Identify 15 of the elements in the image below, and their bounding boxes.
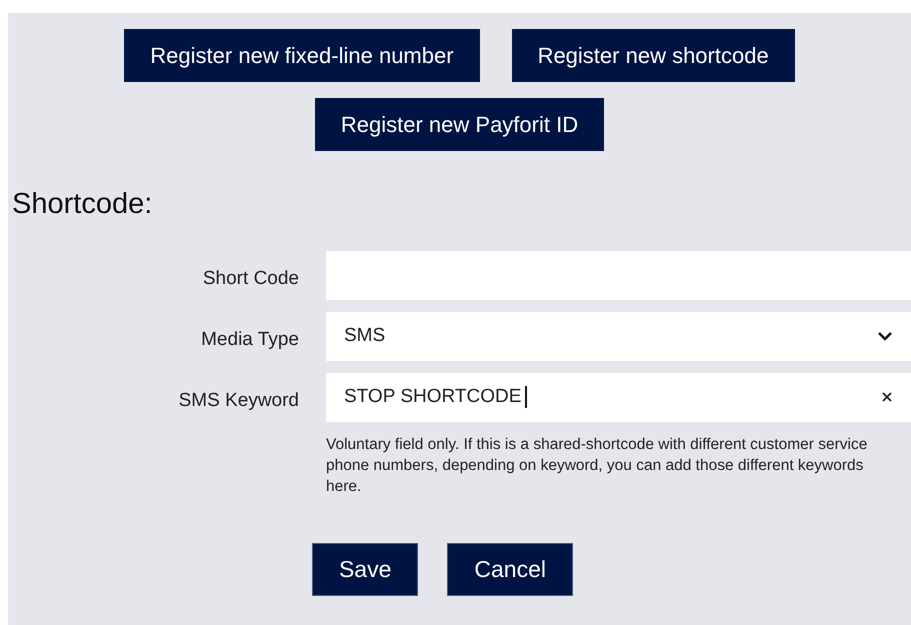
register-button[interactable]: Register new Payforit ID (314, 98, 604, 151)
close-icon[interactable] (881, 391, 893, 403)
cancel-button[interactable]: Cancel (447, 542, 574, 596)
save-button[interactable]: Save (312, 542, 418, 596)
section-heading: Shortcode: (12, 187, 154, 222)
help-text: Voluntary field only. If this is a shared-shortcode with different customer service phone numbers, depending on keyword, you can add those different keywords here. (326, 434, 868, 496)
input-field[interactable]: STOP SHORTCODE (326, 372, 911, 422)
register-button[interactable]: Register new fixed-line number (124, 29, 480, 82)
input-field[interactable] (326, 250, 911, 300)
field-label: SMS Keyword (178, 388, 300, 412)
chevron-down-icon (877, 331, 893, 341)
field-label: Media Type (200, 328, 300, 352)
media-type-dropdown[interactable]: SMS (326, 312, 911, 360)
field-label: Short Code (202, 266, 300, 290)
register-button[interactable]: Register new shortcode (512, 29, 795, 82)
